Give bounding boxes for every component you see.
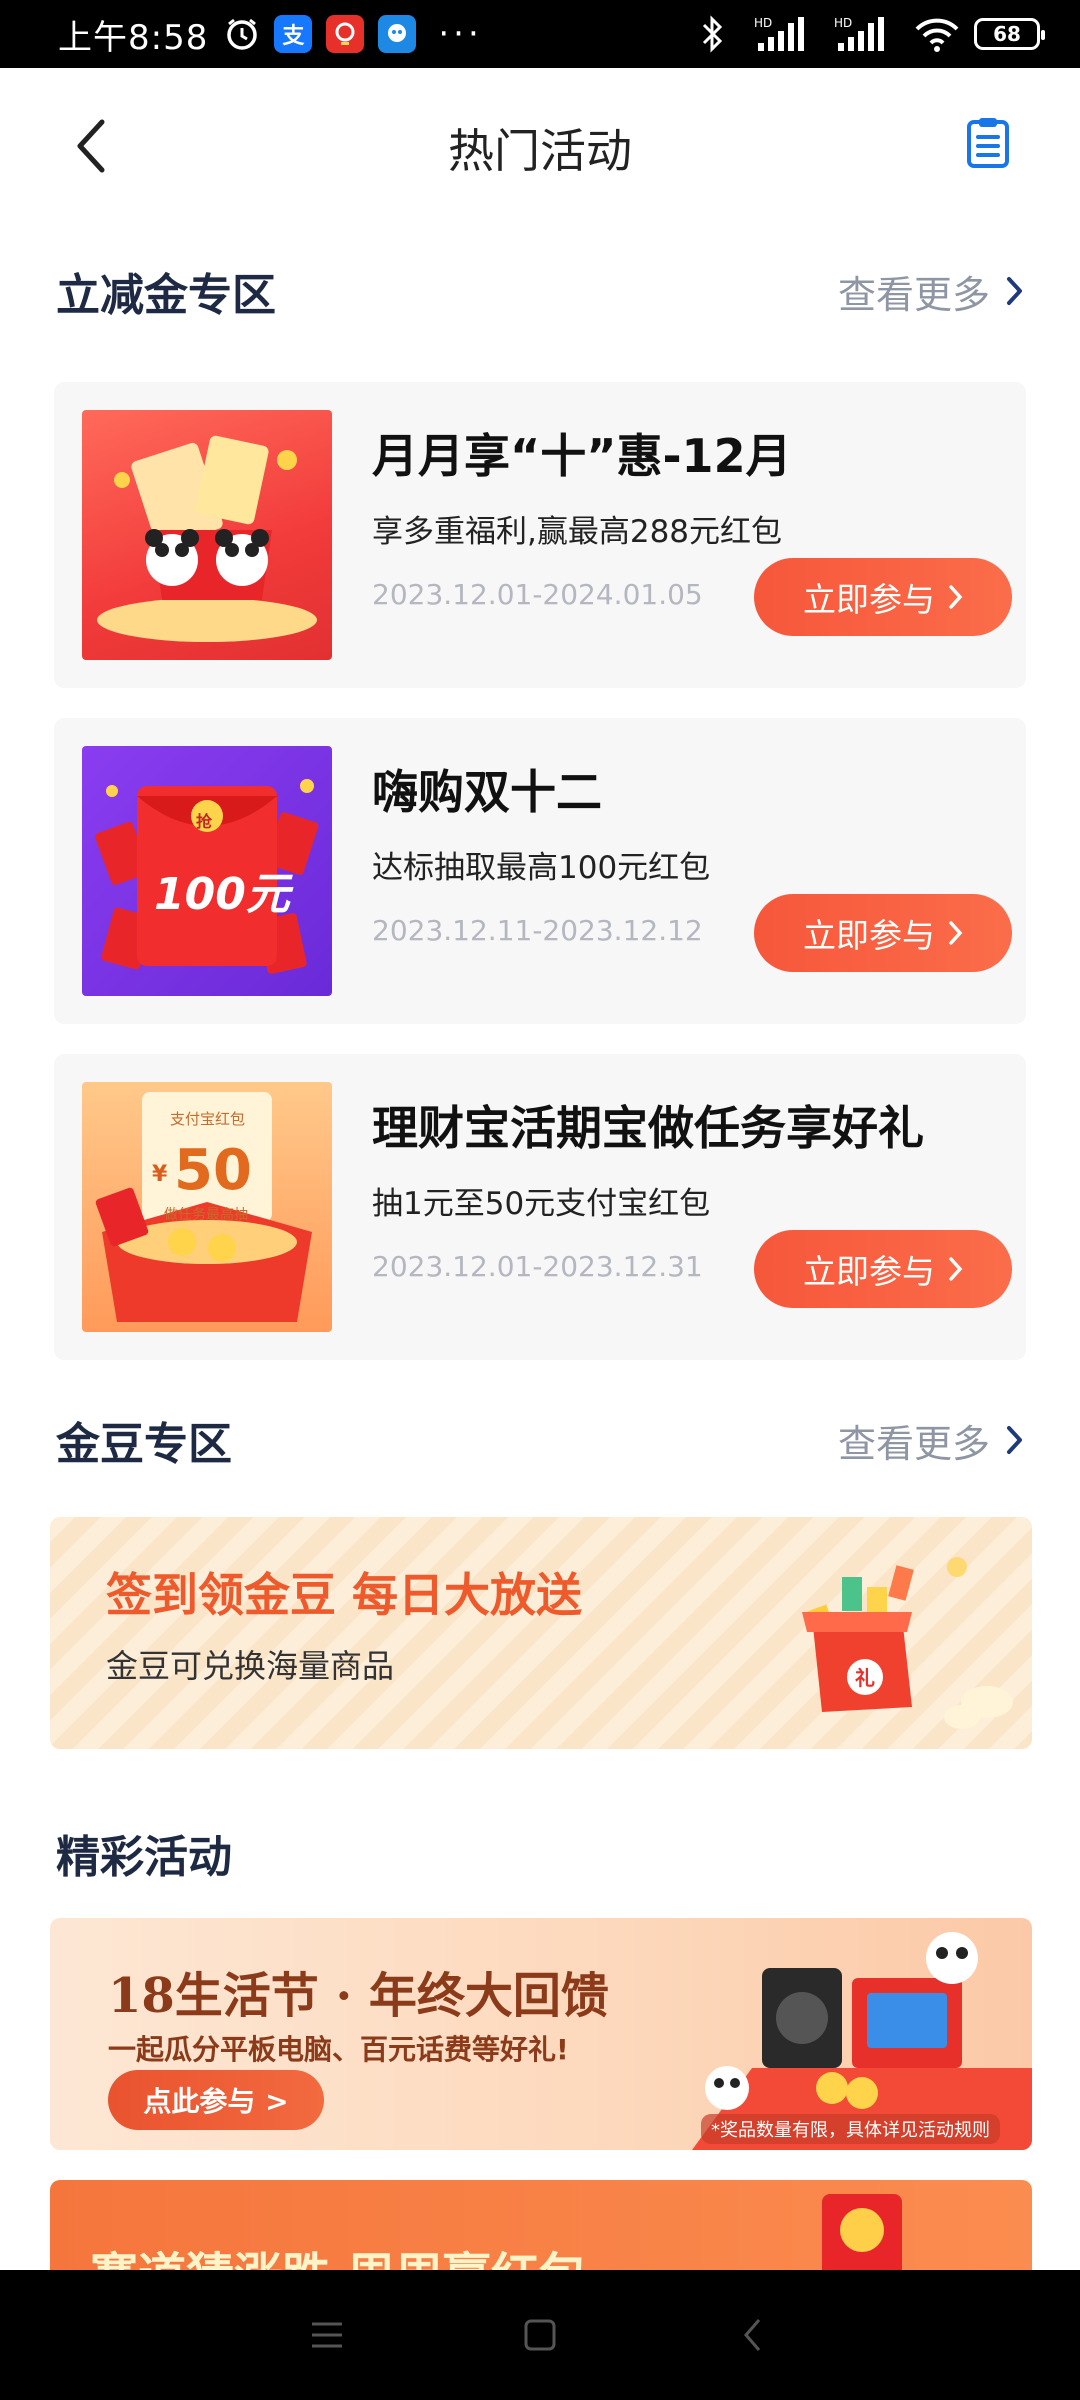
thumbnail-amount: 100元 — [154, 869, 290, 920]
system-navigation-bar — [0, 2270, 1080, 2400]
activity-date-range: 2023.12.01-2023.12.31 — [372, 1250, 703, 1283]
join-button[interactable]: 立即参与 — [754, 894, 1012, 972]
stock-guess-banner[interactable]: 赛道猜涨跌 周周赢红包 — [50, 2180, 1032, 2280]
activity-date-range: 2023.12.11-2023.12.12 — [372, 914, 703, 947]
back-button[interactable] — [62, 116, 122, 176]
thumbnail-badge: 抢 — [196, 812, 213, 831]
banner-subtitle: 金豆可兑换海量商品 — [106, 1647, 395, 1685]
records-button[interactable] — [958, 112, 1018, 172]
menu-icon — [311, 2322, 342, 2348]
chevron-right-icon — [1007, 277, 1022, 305]
status-bar: 上午8:58 支 ··· HD HD 68 — [0, 0, 1080, 68]
alarm-icon — [224, 16, 260, 52]
thumbnail-caption: 做任务最高抽 — [164, 1207, 248, 1223]
join-button[interactable]: 立即参与 — [754, 1230, 1012, 1308]
section-title: 立减金专区 — [56, 270, 276, 321]
more-notifications-indicator: ··· — [438, 14, 483, 54]
bank-app-icon — [326, 15, 365, 53]
activity-title: 理财宝活期宝做任务享好礼 — [372, 1101, 924, 1155]
activity-thumbnail: 支付宝红包 ¥ 50 做任务最高抽 — [82, 1082, 332, 1332]
activity-date-range: 2023.12.01-2024.01.05 — [372, 578, 703, 611]
svg-text:HD: HD — [834, 16, 852, 30]
join-button-label: 立即参与 — [803, 916, 935, 955]
activity-card[interactable]: 月月享“十”惠-12月 享多重福利,赢最高288元红包 2023.12.01-2… — [54, 382, 1026, 688]
banner-title: 签到领金豆 每日大放送 — [106, 1568, 583, 1622]
section-header-lijian: 立减金专区 查看更多 — [56, 256, 1024, 326]
see-more-link[interactable]: 查看更多 — [838, 1413, 1024, 1468]
activity-title: 嗨购双十二 — [372, 765, 602, 819]
red-envelope-illustration — [822, 2194, 902, 2280]
activity-description: 抽1元至50元支付宝红包 — [372, 1186, 711, 1222]
signal-hd-2-icon: HD — [834, 15, 886, 53]
activity-card[interactable]: 抢 100元 嗨购双十二 达标抽取最高100元红包 2023.12.11-202… — [54, 718, 1026, 1024]
thumbnail-amount: 50 — [174, 1138, 252, 1203]
chevron-left-icon — [77, 119, 105, 173]
participate-button[interactable]: 点此参与 > — [108, 2070, 324, 2130]
see-more-link[interactable]: 查看更多 — [838, 264, 1024, 319]
svg-text:HD: HD — [754, 16, 772, 30]
chevron-right-icon — [949, 921, 963, 945]
battery-indicator: 68 — [974, 18, 1045, 50]
wifi-icon — [914, 15, 960, 53]
recent-apps-button[interactable] — [297, 2305, 357, 2365]
section-title: 金豆专区 — [56, 1419, 232, 1470]
bluetooth-icon — [700, 15, 726, 53]
activity-description: 享多重福利,赢最高288元红包 — [372, 514, 783, 550]
banner-title: 18生活节 · 年终大回馈 — [108, 1968, 609, 2024]
back-triangle-icon — [744, 2319, 761, 2351]
join-button[interactable]: 立即参与 — [754, 558, 1012, 636]
status-time: 上午8:58 — [58, 17, 209, 58]
gift-box-illustration: 礼 — [802, 1557, 1013, 1729]
alipay-app-icon: 支 — [274, 15, 313, 53]
activity-thumbnail: 抢 100元 — [82, 746, 332, 996]
system-back-button[interactable] — [723, 2305, 783, 2365]
messenger-app-icon — [378, 15, 417, 53]
activity-description: 达标抽取最高100元红包 — [372, 850, 711, 886]
banner-subtitle: 一起瓜分平板电脑、百元话费等好礼! — [108, 2033, 569, 2066]
chevron-right-icon — [1007, 1426, 1022, 1454]
gift-box-label: 礼 — [855, 1666, 875, 1690]
join-button-label: 立即参与 — [803, 580, 935, 619]
nav-bar: 热门活动 — [0, 68, 1080, 228]
chevron-right-icon — [949, 585, 963, 609]
see-more-label: 查看更多 — [837, 272, 990, 317]
join-button-label: 立即参与 — [803, 1252, 935, 1291]
activity-thumbnail — [82, 410, 332, 660]
gold-bean-banner[interactable]: 签到领金豆 每日大放送 金豆可兑换海量商品 礼 — [50, 1517, 1032, 1749]
section-title: 精彩活动 — [56, 1832, 232, 1883]
section-header-jingcai: 精彩活动 — [56, 1818, 1024, 1888]
disclaimer-note: *奖品数量有限，具体详见活动规则 — [701, 2114, 1000, 2144]
thumbnail-currency: ¥ — [152, 1162, 168, 1187]
activity-card[interactable]: 支付宝红包 ¥ 50 做任务最高抽 理财宝活期宝做任务享好礼 抽1元至50元支付… — [54, 1054, 1026, 1360]
section-header-jindou: 金豆专区 查看更多 — [56, 1405, 1024, 1475]
chevron-right-icon — [949, 1257, 963, 1281]
clipboard-list-icon — [967, 118, 1009, 168]
thumbnail-label: 支付宝红包 — [170, 1110, 246, 1128]
home-button[interactable] — [510, 2305, 570, 2365]
signal-hd-1-icon: HD — [754, 15, 806, 53]
life-festival-banner[interactable]: 18生活节 · 年终大回馈 一起瓜分平板电脑、百元话费等好礼! 点此参与 > *… — [50, 1918, 1032, 2150]
home-square-icon — [524, 2319, 556, 2351]
see-more-label: 查看更多 — [837, 1421, 990, 1466]
page-title: 热门活动 — [448, 124, 632, 178]
activity-title: 月月享“十”惠-12月 — [372, 429, 792, 483]
